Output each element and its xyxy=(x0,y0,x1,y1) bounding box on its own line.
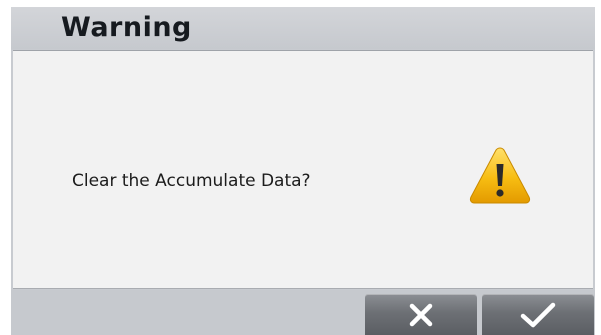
close-icon xyxy=(409,303,433,326)
dialog-title: Warning xyxy=(61,12,192,43)
confirm-button[interactable] xyxy=(482,294,594,335)
dialog-message: Clear the Accumulate Data? xyxy=(72,171,311,191)
warning-dialog: Warning Clear the Accumulate Data? xyxy=(11,7,595,335)
dialog-body: Clear the Accumulate Data? xyxy=(13,50,593,289)
dialog-header: Warning xyxy=(11,7,595,49)
dialog-footer xyxy=(11,290,595,335)
checkmark-icon xyxy=(520,302,556,327)
warning-triangle-icon xyxy=(469,147,531,204)
cancel-button[interactable] xyxy=(365,294,477,335)
